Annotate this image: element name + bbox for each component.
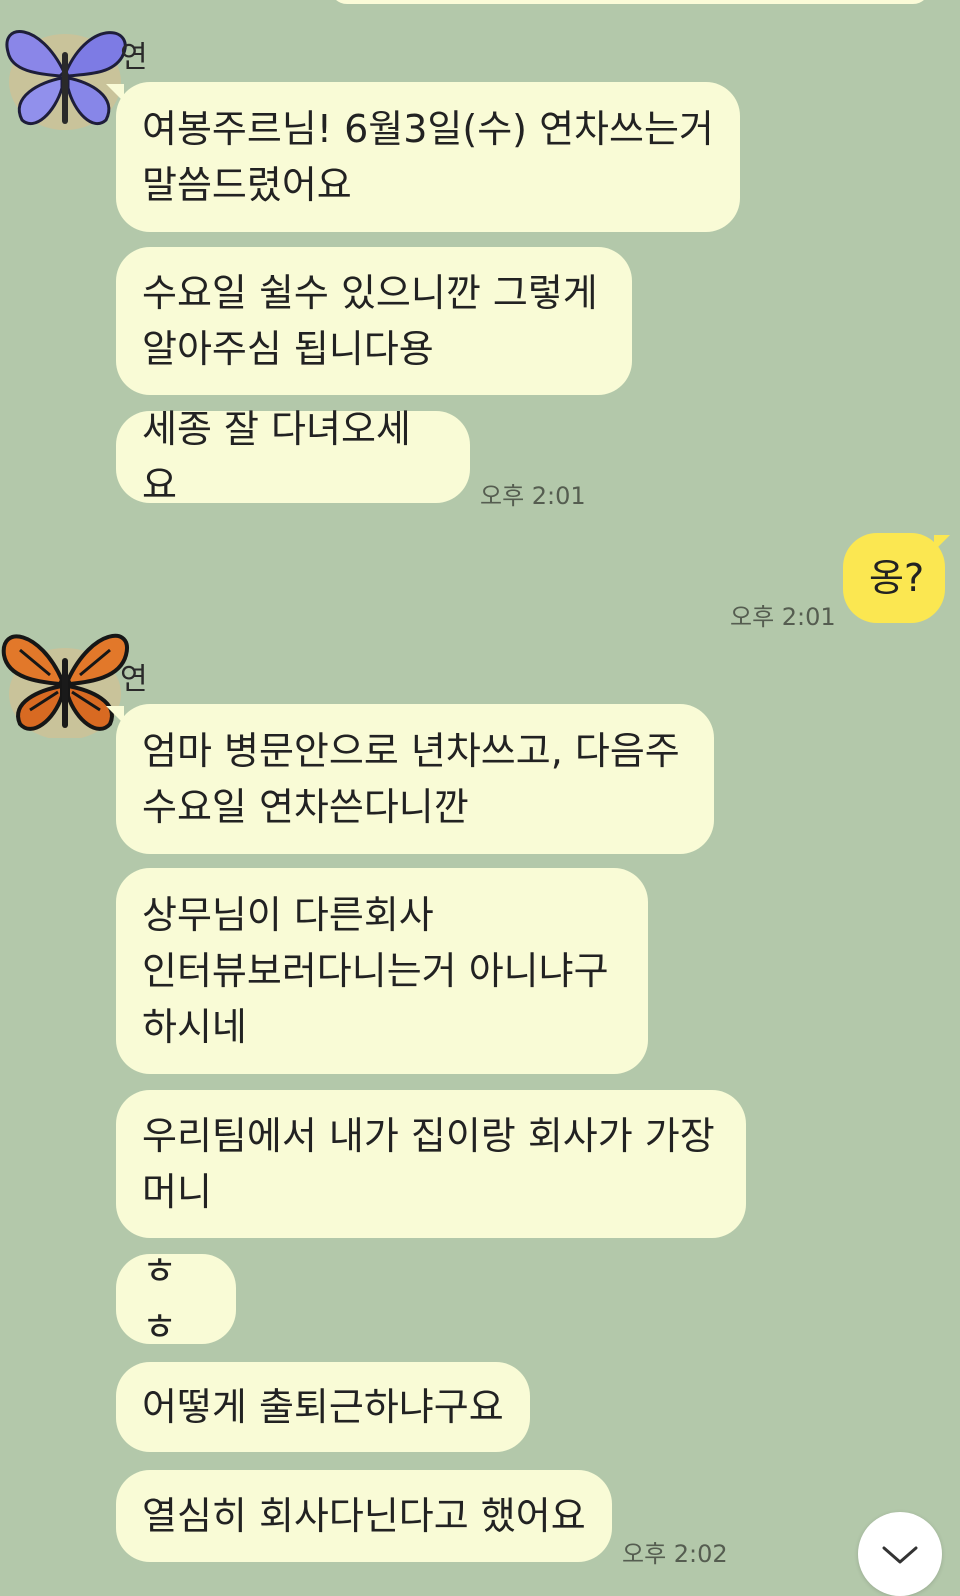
chevron-down-icon	[882, 1546, 918, 1564]
my-message-bubble[interactable]: 옹?	[843, 533, 945, 623]
bubble-tail	[934, 535, 950, 551]
scroll-to-bottom-button[interactable]	[858, 1512, 942, 1596]
message-time: 오후 2:01	[480, 482, 586, 510]
blue-butterfly-icon	[5, 30, 127, 130]
message-bubble[interactable]: 어떻게 출퇴근하냐구요	[116, 1362, 530, 1452]
message-time: 오후 2:01	[730, 603, 836, 631]
message-bubble[interactable]: 상무님이 다른회사 인터뷰보러다니는거 아니냐구 하시네	[116, 868, 648, 1074]
message-bubble[interactable]: 여봉주르님! 6월3일(수) 연차쓰는거 말씀드렸어요	[116, 82, 740, 232]
message-bubble[interactable]: 열심히 회사다닌다고 했어요	[116, 1470, 612, 1562]
message-bubble[interactable]: 세종 잘 다녀오세요	[116, 407, 470, 507]
bubble-tail	[106, 84, 124, 102]
sender-avatar-blue-butterfly[interactable]	[0, 12, 130, 130]
message-time: 오후 2:02	[622, 1540, 728, 1568]
previous-message-bubble	[330, 0, 930, 4]
message-bubble[interactable]: 우리팀에서 내가 집이랑 회사가 가장 머니	[116, 1090, 746, 1238]
sender-name: 연	[120, 40, 148, 75]
message-bubble[interactable]: 수요일 쉴수 있으니깐 그렇게 알아주심 됩니다용	[116, 247, 632, 395]
sender-name: 연	[120, 662, 148, 697]
message-bubble[interactable]: 엄마 병문안으로 년차쓰고, 다음주 수요일 연차쓴다니깐	[116, 704, 714, 854]
message-bubble[interactable]: ㅎㅎ	[116, 1249, 236, 1349]
bubble-tail	[106, 706, 124, 724]
